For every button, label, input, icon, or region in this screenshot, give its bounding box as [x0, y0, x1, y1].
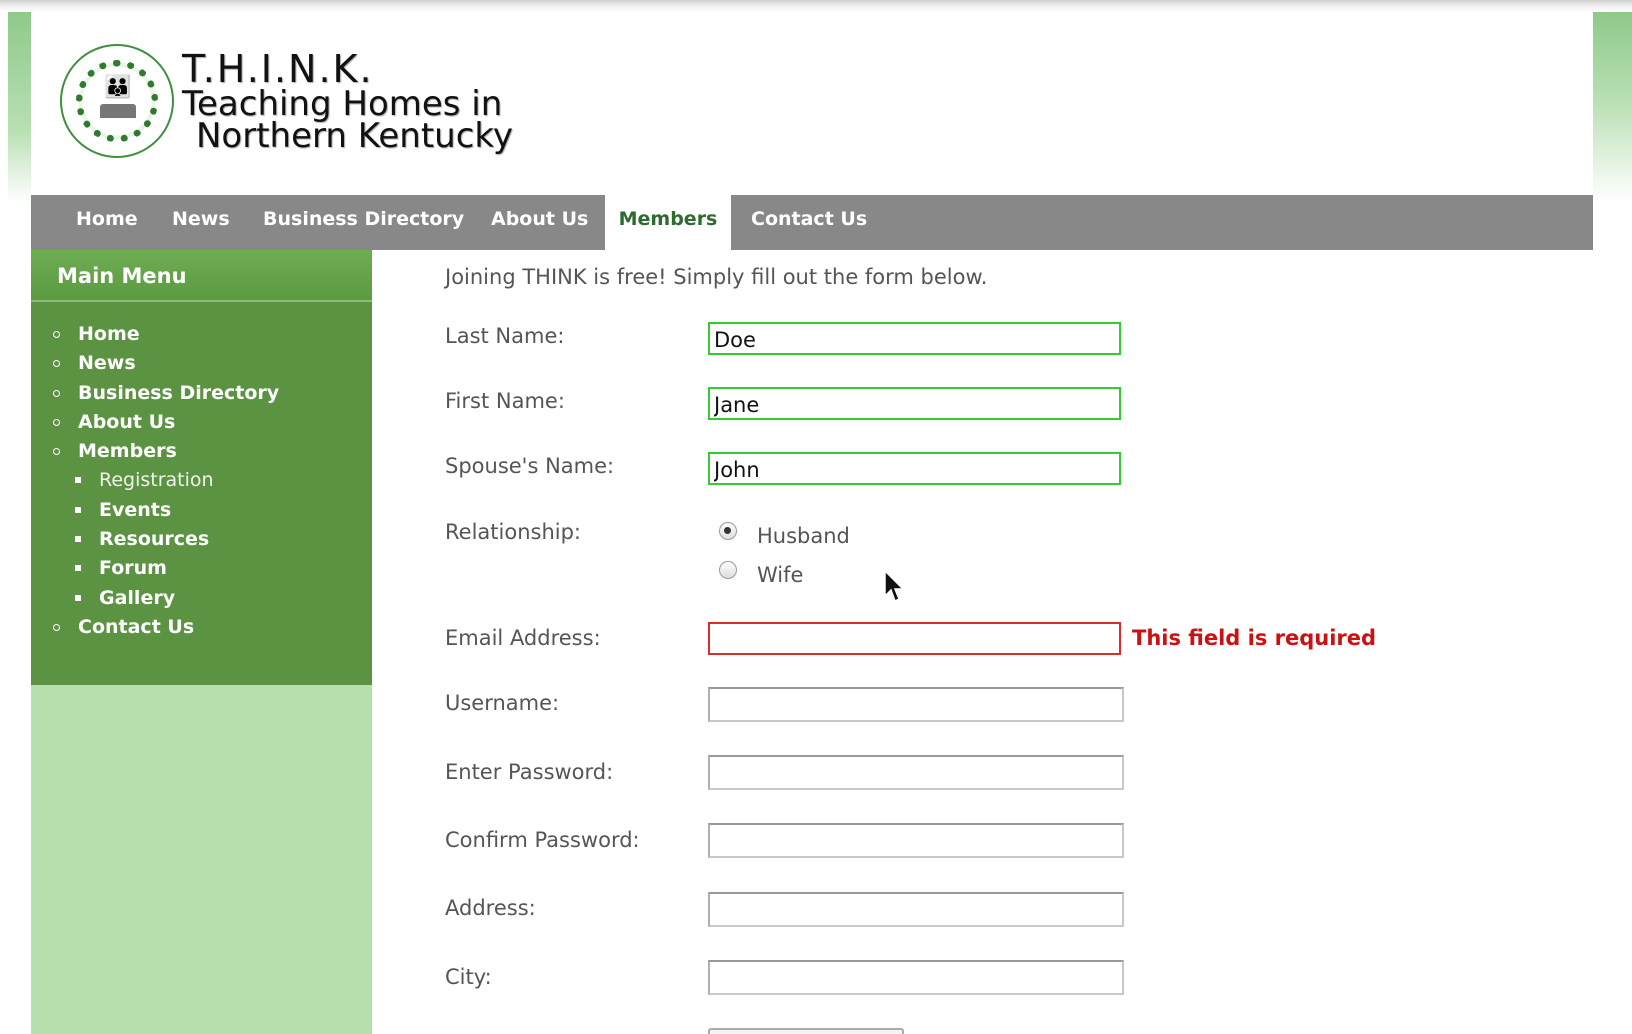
sidebar-item-label: Resources: [99, 528, 210, 551]
think-logo-seal[interactable]: 👪: [60, 44, 174, 158]
sidebar-item-about-us[interactable]: About Us: [31, 408, 372, 437]
username-field[interactable]: [708, 687, 1124, 722]
sidebar-subitem-forum[interactable]: Forum: [31, 554, 372, 583]
relationship-wife-radio[interactable]: [719, 561, 737, 579]
main-nav-bar: Home News Business Directory About Us Me…: [31, 195, 1593, 250]
password-field[interactable]: [708, 755, 1124, 790]
last-name-field[interactable]: [708, 322, 1121, 355]
confirm-password-label: Confirm Password:: [445, 828, 640, 852]
sidebar-item-news[interactable]: News: [31, 349, 372, 378]
square-bullet-icon: [75, 594, 81, 601]
mouse-pointer-icon: [884, 570, 905, 603]
city-label: City:: [445, 965, 492, 989]
sidebar-item-label: Business Directory: [78, 381, 280, 404]
sidebar-item-label: Forum: [99, 557, 167, 580]
confirm-password-field[interactable]: [708, 823, 1124, 858]
nav-contact-us[interactable]: Contact Us: [751, 195, 867, 250]
sidebar-item-label: About Us: [78, 410, 176, 433]
address-field[interactable]: [708, 892, 1124, 927]
relationship-husband-radio[interactable]: [719, 522, 737, 540]
sidebar-subitem-resources[interactable]: Resources: [31, 525, 372, 554]
nav-news[interactable]: News: [172, 195, 230, 250]
site-logo-text[interactable]: T.H.I.N.K. Teaching Homes in Northern Ke…: [182, 47, 513, 156]
page-left-edge: [0, 12, 8, 1034]
state-select-partial[interactable]: [708, 1028, 904, 1034]
square-bullet-icon: [75, 477, 81, 484]
sidebar-item-label: Gallery: [99, 586, 176, 609]
email-label: Email Address:: [445, 626, 601, 650]
first-name-field[interactable]: [708, 387, 1121, 420]
left-gradient-border: [8, 12, 31, 1034]
sidebar-item-home[interactable]: Home: [31, 320, 372, 349]
address-label: Address:: [445, 896, 536, 920]
email-error-message: This field is required: [1132, 626, 1377, 650]
browser-top-edge: [0, 0, 1632, 12]
circle-bullet-icon: [53, 389, 60, 397]
circle-bullet-icon: [53, 448, 60, 456]
circle-bullet-icon: [53, 418, 60, 426]
nav-about-us[interactable]: About Us: [491, 195, 588, 250]
logo-title: T.H.I.N.K.: [182, 47, 374, 91]
circle-bullet-icon: [53, 331, 60, 338]
relationship-label: Relationship:: [445, 520, 581, 544]
sidebar-subitem-gallery[interactable]: Gallery: [31, 584, 372, 613]
sidebar-subitem-registration[interactable]: Registration: [31, 466, 372, 495]
sidebar-item-label: Members: [78, 440, 177, 463]
email-field[interactable]: [708, 622, 1121, 655]
open-book-icon: [100, 104, 136, 118]
sidebar-item-business-directory[interactable]: Business Directory: [31, 379, 372, 408]
relationship-wife-label[interactable]: Wife: [757, 563, 803, 587]
form-intro-text: Joining THINK is free! Simply fill out t…: [445, 265, 988, 289]
circle-bullet-icon: [53, 623, 60, 631]
square-bullet-icon: [75, 565, 81, 572]
square-bullet-icon: [75, 506, 81, 513]
nav-home[interactable]: Home: [76, 195, 138, 250]
username-label: Username:: [445, 691, 560, 715]
square-bullet-icon: [75, 536, 81, 543]
password-label: Enter Password:: [445, 760, 614, 784]
sidebar-item-members[interactable]: Members: [31, 437, 372, 466]
relationship-husband-label[interactable]: Husband: [757, 524, 850, 548]
sidebar-item-label: Events: [99, 498, 172, 521]
sidebar-item-label: News: [78, 352, 136, 375]
sidebar-item-label: Registration: [99, 469, 214, 492]
sidebar-menu-list: Home News Business Directory About Us Me…: [31, 320, 372, 642]
sidebar-item-contact-us[interactable]: Contact Us: [31, 613, 372, 642]
spouse-name-label: Spouse's Name:: [445, 454, 615, 478]
sidebar-item-label: Contact Us: [78, 615, 195, 638]
sidebar-subitem-events[interactable]: Events: [31, 496, 372, 525]
sidebar-item-label: Home: [78, 323, 140, 345]
logo-subtitle-line2: Northern Kentucky: [196, 116, 513, 156]
nav-business-directory[interactable]: Business Directory: [263, 195, 464, 250]
radio-selected-dot: [724, 527, 731, 534]
right-gradient-border: [1593, 12, 1632, 202]
spouse-name-field[interactable]: [708, 452, 1121, 485]
last-name-label: Last Name:: [445, 324, 565, 348]
nav-members[interactable]: Members: [605, 195, 731, 250]
family-icon: 👪: [104, 75, 132, 100]
sidebar-title: Main Menu: [31, 250, 372, 302]
city-field[interactable]: [708, 960, 1124, 995]
first-name-label: First Name:: [445, 389, 565, 413]
circle-bullet-icon: [53, 360, 60, 368]
